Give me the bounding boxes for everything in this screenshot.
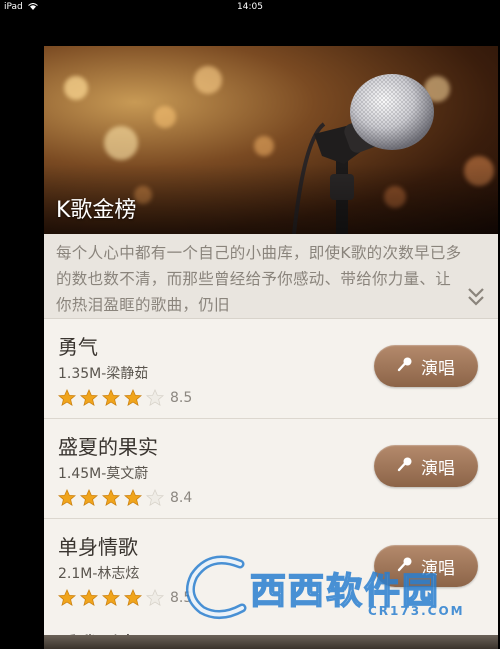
sing-button[interactable]: 演唱 bbox=[374, 545, 478, 587]
song-meta: 1.45M-莫文蔚 bbox=[58, 466, 149, 482]
banner-image: K歌金榜 bbox=[44, 46, 498, 234]
star-empty-icon bbox=[146, 589, 164, 606]
song-row[interactable]: 勇气 1.35M-梁静茹 8.5 演唱 bbox=[44, 319, 498, 419]
microphone-icon bbox=[397, 556, 413, 577]
song-meta: 2.1M-林志炫 bbox=[58, 566, 140, 582]
star-icon bbox=[58, 589, 76, 606]
star-icon bbox=[102, 389, 120, 406]
song-title: 单身情歌 bbox=[58, 535, 138, 559]
sing-button-label: 演唱 bbox=[421, 558, 455, 579]
star-icon bbox=[58, 389, 76, 406]
rating-stars: 8.4 bbox=[58, 489, 192, 507]
star-icon bbox=[80, 489, 98, 506]
description-panel: 每个人心中都有一个自己的小曲库，即使K歌的次数早已多的数也数不清，而那些曾经给予… bbox=[44, 234, 498, 319]
song-title: 盛夏的果实 bbox=[58, 435, 158, 459]
star-icon bbox=[102, 589, 120, 606]
star-empty-icon bbox=[146, 389, 164, 406]
sing-button-label: 演唱 bbox=[421, 458, 455, 479]
rating-stars: 8.5 bbox=[58, 389, 192, 407]
song-row[interactable]: 单身情歌 2.1M-林志炫 8.5 演唱 bbox=[44, 519, 498, 619]
microphone-icon bbox=[397, 356, 413, 377]
song-meta: 1.35M-梁静茹 bbox=[58, 366, 149, 382]
ktv-chart-panel: K歌金榜 每个人心中都有一个自己的小曲库，即使K歌的次数早已多的数也数不清，而那… bbox=[44, 46, 498, 649]
star-icon bbox=[80, 589, 98, 606]
sing-button-label: 演唱 bbox=[421, 358, 455, 379]
chart-title: K歌金榜 bbox=[56, 198, 137, 223]
star-empty-icon bbox=[146, 489, 164, 506]
rating-score: 8.5 bbox=[170, 390, 193, 406]
star-icon bbox=[124, 589, 142, 606]
star-icon bbox=[58, 489, 76, 506]
rating-stars: 8.5 bbox=[58, 589, 192, 607]
clock: 14:05 bbox=[237, 2, 263, 12]
bottom-bar bbox=[44, 635, 498, 649]
expand-chevron-icon[interactable] bbox=[466, 286, 486, 308]
rating-score: 8.5 bbox=[170, 590, 193, 606]
star-icon bbox=[124, 489, 142, 506]
rating-score: 8.4 bbox=[170, 490, 193, 506]
sing-button[interactable]: 演唱 bbox=[374, 445, 478, 487]
sing-button[interactable]: 演唱 bbox=[374, 345, 478, 387]
status-bar: iPad 14:05 bbox=[0, 0, 500, 14]
song-row[interactable]: 盛夏的果实 1.45M-莫文蔚 8.4 演唱 bbox=[44, 419, 498, 519]
description-text: 每个人心中都有一个自己的小曲库，即使K歌的次数早已多的数也数不清，而那些曾经给予… bbox=[56, 244, 462, 314]
star-icon bbox=[80, 389, 98, 406]
star-icon bbox=[124, 389, 142, 406]
star-icon bbox=[102, 489, 120, 506]
song-title: 勇气 bbox=[58, 335, 98, 359]
microphone-icon bbox=[397, 456, 413, 477]
